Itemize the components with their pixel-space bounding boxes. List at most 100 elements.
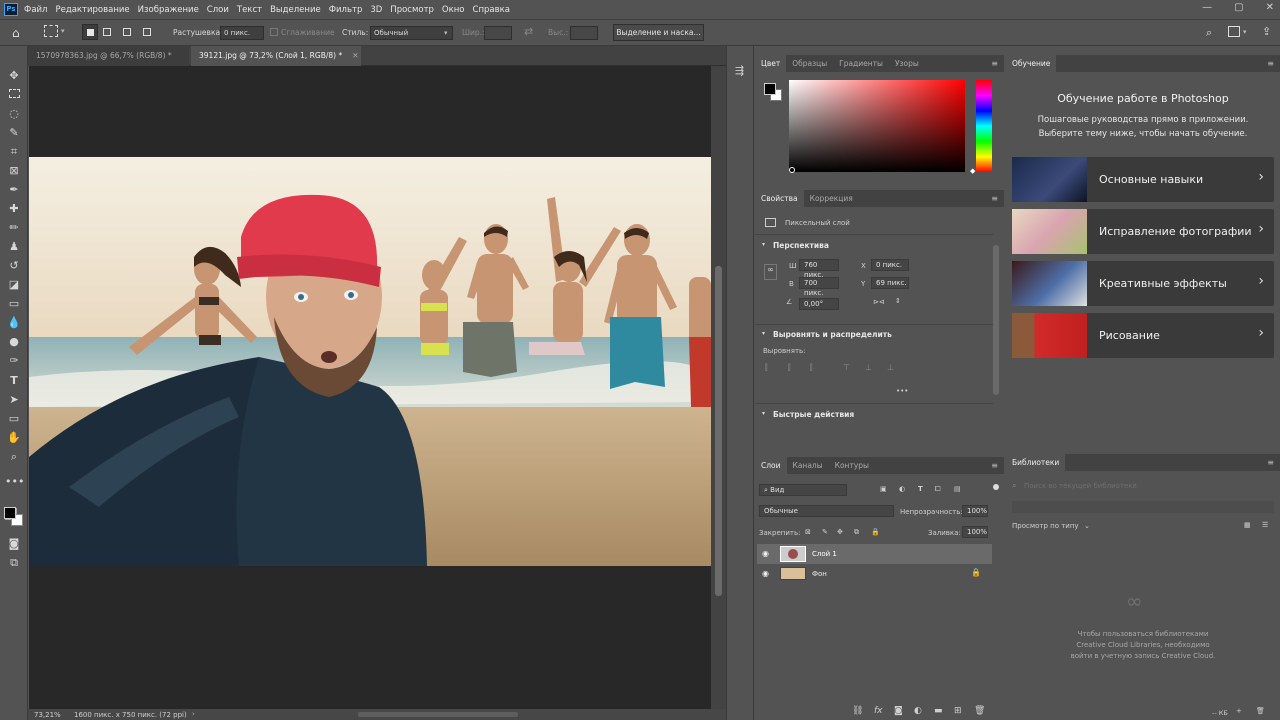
layer-row[interactable]: ◉ Слой 1 xyxy=(757,544,992,564)
tab-paths[interactable]: Контуры xyxy=(829,457,875,474)
filter-shape-icon[interactable]: ⧠ xyxy=(935,485,941,494)
gradient-tool-icon[interactable]: ▭ xyxy=(5,296,23,312)
color-field[interactable] xyxy=(789,80,965,172)
chevron-down-icon[interactable]: ▾ xyxy=(1243,28,1247,36)
tab-adjustments[interactable]: Коррекция xyxy=(804,190,859,207)
close-icon[interactable]: ✕ xyxy=(1266,2,1274,13)
path-select-tool-icon[interactable]: ➤ xyxy=(5,392,23,408)
marquee-tool-icon[interactable] xyxy=(5,87,23,103)
lock-transparent-icon[interactable]: ⊠ xyxy=(805,528,811,536)
intersect-selection-icon[interactable] xyxy=(143,28,151,36)
screen-mode-icon[interactable]: ⧉ xyxy=(5,555,23,571)
library-select[interactable] xyxy=(1012,501,1274,513)
search-icon[interactable]: ⌕ xyxy=(1206,26,1212,40)
maximize-icon[interactable]: ▢ xyxy=(1234,2,1243,13)
eye-icon[interactable]: ◉ xyxy=(762,569,769,578)
tab-channels[interactable]: Каналы xyxy=(787,457,829,474)
tab-document-2[interactable]: 39121.jpg @ 73,2% (Слой 1, RGB/8) * ✕ xyxy=(191,46,361,66)
learn-card-drawing[interactable]: Рисование › xyxy=(1012,313,1274,358)
align-left-icon[interactable]: ⫿ xyxy=(765,363,768,373)
document-image[interactable] xyxy=(29,157,711,566)
lock-image-icon[interactable]: ✎ xyxy=(822,528,828,536)
menu-filter[interactable]: Фильтр xyxy=(329,5,363,15)
filter-adjustment-icon[interactable]: ◐ xyxy=(899,485,905,493)
menu-type[interactable]: Текст xyxy=(237,5,262,15)
menu-3d[interactable]: 3D xyxy=(370,5,382,15)
history-panel-icon[interactable]: ⇶ xyxy=(735,64,744,77)
clone-stamp-tool-icon[interactable]: ♟ xyxy=(5,239,23,255)
move-tool-icon[interactable]: ✥ xyxy=(5,68,23,84)
home-icon[interactable]: ⌂ xyxy=(12,26,20,40)
share-icon[interactable]: ⇪ xyxy=(1262,25,1271,38)
library-search-input[interactable]: Поиск во текущей библиотеке xyxy=(1024,482,1137,490)
feather-input[interactable]: 0 пикс. xyxy=(220,26,264,40)
pen-tool-icon[interactable]: ✑ xyxy=(5,353,23,369)
zoom-level[interactable]: 73,21% xyxy=(34,711,61,719)
tab-document-1[interactable]: 1570978363.jpg @ 66,7% (RGB/8) * xyxy=(28,46,189,66)
learn-card-creative[interactable]: Креативные эффекты › xyxy=(1012,261,1274,306)
add-mask-icon[interactable]: ◙ xyxy=(894,706,903,716)
learn-card-photo-fix[interactable]: Исправление фотографии › xyxy=(1012,209,1274,254)
menu-view[interactable]: Просмотр xyxy=(390,5,434,15)
brush-tool-icon[interactable]: ✏ xyxy=(5,220,23,236)
lock-position-icon[interactable]: ✥ xyxy=(837,528,843,536)
new-layer-icon[interactable]: ⊞ xyxy=(954,706,962,716)
close-tab-icon[interactable]: ✕ xyxy=(352,51,358,60)
crop-tool-icon[interactable]: ⌗ xyxy=(5,144,23,160)
lasso-tool-icon[interactable]: ◌ xyxy=(5,106,23,122)
properties-scrollbar[interactable] xyxy=(993,245,999,395)
library-trash-icon[interactable]: 🗑 xyxy=(1256,707,1265,715)
lock-artboard-icon[interactable]: ⧉ xyxy=(854,528,859,537)
eraser-tool-icon[interactable]: ◪ xyxy=(5,277,23,293)
horizontal-scrollbar-thumb[interactable] xyxy=(358,712,518,717)
x-input[interactable]: 0 пикс. xyxy=(871,259,909,271)
select-and-mask-button[interactable]: Выделение и наска... xyxy=(613,24,704,41)
chevron-down-icon[interactable]: ▾ xyxy=(762,241,765,248)
blur-tool-icon[interactable]: 💧 xyxy=(5,315,23,331)
align-right-icon[interactable]: ⫿ xyxy=(810,363,813,373)
link-layers-icon[interactable]: ⛓ xyxy=(852,706,863,716)
panel-menu-icon[interactable]: ≡ xyxy=(991,194,998,203)
filter-smart-object-icon[interactable]: ▤ xyxy=(954,485,961,493)
trash-icon[interactable]: 🗑 xyxy=(974,706,985,716)
blend-mode-select[interactable]: Обычные xyxy=(759,505,894,517)
dodge-tool-icon[interactable]: ● xyxy=(5,334,23,350)
menu-select[interactable]: Выделение xyxy=(270,5,321,15)
chevron-down-icon[interactable]: ▾ xyxy=(762,410,765,417)
align-section-title[interactable]: Выровнять и распределить xyxy=(773,330,892,339)
add-selection-icon[interactable] xyxy=(103,28,111,36)
zoom-tool-icon[interactable]: ⌕ xyxy=(5,449,23,465)
chevron-right-icon[interactable]: › xyxy=(192,710,195,718)
layer-row[interactable]: ◉ Фон 🔒 xyxy=(757,564,992,584)
color-picker-marker[interactable] xyxy=(789,167,795,173)
quick-mask-icon[interactable]: ◙ xyxy=(5,536,23,552)
learn-card-basics[interactable]: Основные навыки › xyxy=(1012,157,1274,202)
marquee-preset-icon[interactable] xyxy=(44,25,58,37)
chevron-down-icon[interactable]: ▾ xyxy=(762,330,765,337)
menu-help[interactable]: Справка xyxy=(473,5,510,15)
tab-layers[interactable]: Слои xyxy=(755,457,787,474)
frame-tool-icon[interactable]: ⊠ xyxy=(5,163,23,179)
width-input[interactable]: 760 пикс. xyxy=(799,259,839,279)
panel-menu-icon[interactable]: ≡ xyxy=(991,59,998,68)
panel-menu-icon[interactable]: ≡ xyxy=(991,461,998,470)
tab-swatches[interactable]: Образцы xyxy=(786,55,833,72)
filter-pixel-icon[interactable]: ▣ xyxy=(880,485,887,493)
tab-gradients[interactable]: Градиенты xyxy=(833,55,889,72)
flip-vertical-icon[interactable]: ⇕ xyxy=(895,297,901,305)
menu-window[interactable]: Окно xyxy=(442,5,465,15)
eye-icon[interactable]: ◉ xyxy=(762,549,769,558)
angle-input[interactable]: 0,00° xyxy=(799,298,839,310)
antialias-checkbox[interactable] xyxy=(270,28,278,36)
align-top-icon[interactable]: ⊤ xyxy=(843,363,850,372)
tab-libraries[interactable]: Библиотеки xyxy=(1006,454,1066,471)
opacity-input[interactable]: 100% xyxy=(962,505,988,517)
healing-brush-tool-icon[interactable]: ✚ xyxy=(5,201,23,217)
filter-type-icon[interactable]: T xyxy=(918,485,923,493)
panel-menu-icon[interactable]: ≡ xyxy=(1267,458,1274,467)
flip-horizontal-icon[interactable]: ⊳⊲ xyxy=(873,298,885,306)
layer-name[interactable]: Фон xyxy=(812,570,827,578)
filter-toggle[interactable] xyxy=(993,484,999,490)
style-select[interactable]: Обычный xyxy=(370,26,453,40)
quick-select-tool-icon[interactable]: ✎ xyxy=(5,125,23,141)
